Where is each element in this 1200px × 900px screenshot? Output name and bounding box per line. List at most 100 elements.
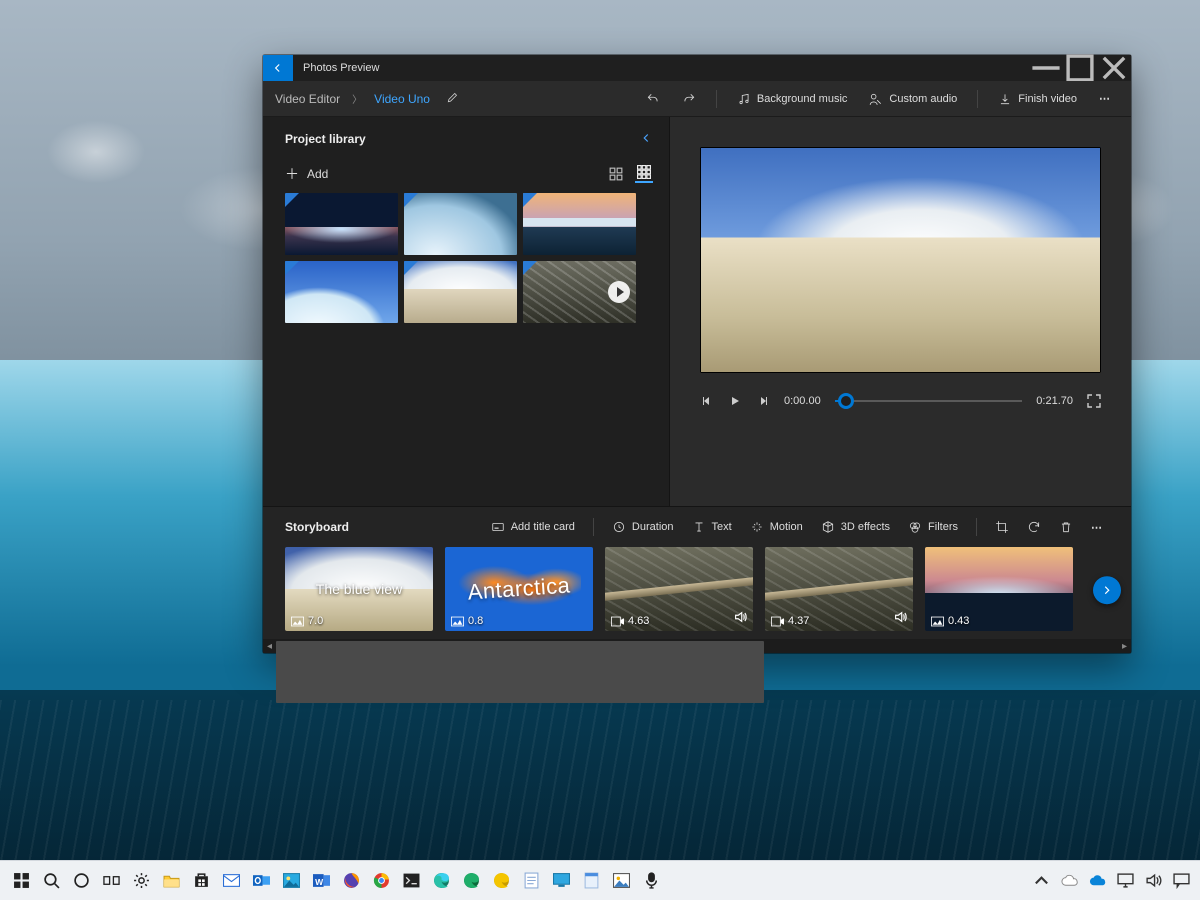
crop-button[interactable] <box>989 516 1015 538</box>
photos-window: Photos Preview Video Editor 〉 Video Uno … <box>263 55 1131 653</box>
back-button[interactable] <box>263 55 293 81</box>
edge-dev-icon[interactable] <box>457 867 485 895</box>
library-item[interactable] <box>523 193 636 255</box>
tray-overflow-button[interactable] <box>1029 867 1053 895</box>
grid-large-button[interactable] <box>607 165 625 183</box>
custom-audio-label: Custom audio <box>889 93 957 105</box>
library-item[interactable] <box>404 193 517 255</box>
card-duration: 4.37 <box>788 615 809 627</box>
finish-video-button[interactable]: Finish video <box>990 88 1085 110</box>
search-button[interactable] <box>37 867 65 895</box>
network-icon[interactable] <box>1113 867 1137 895</box>
add-title-card-button[interactable]: Add title card <box>485 516 581 538</box>
titlebar: Photos Preview <box>263 55 1131 81</box>
settings-icon[interactable] <box>127 867 155 895</box>
library-item[interactable] <box>404 261 517 323</box>
app-toolbar: Video Editor 〉 Video Uno Background musi… <box>263 81 1131 117</box>
file-explorer-icon[interactable] <box>157 867 185 895</box>
3d-effects-button[interactable]: 3D effects <box>815 516 896 538</box>
custom-audio-button[interactable]: Custom audio <box>861 88 965 110</box>
seek-bar[interactable] <box>835 393 1023 409</box>
sound-icon <box>733 610 747 627</box>
edge-canary-icon[interactable] <box>487 867 515 895</box>
library-item[interactable] <box>285 261 398 323</box>
minimize-button[interactable] <box>1029 55 1063 81</box>
storyboard-card[interactable]: 0.43 <box>925 547 1073 631</box>
photos-icon[interactable] <box>277 867 305 895</box>
add-media-button[interactable]: ＋ Add <box>285 167 328 181</box>
redo-button[interactable] <box>674 88 704 110</box>
grid-small-button[interactable] <box>635 165 653 183</box>
scroll-right-arrow-icon[interactable]: ▸ <box>1122 641 1127 652</box>
mail-icon[interactable] <box>217 867 245 895</box>
used-badge-icon <box>404 261 418 275</box>
storyboard-card[interactable]: Antarctica 0.8 <box>445 547 593 631</box>
scroll-left-arrow-icon[interactable]: ◂ <box>267 641 272 652</box>
onedrive-icon[interactable] <box>1057 867 1081 895</box>
used-badge-icon <box>404 193 418 207</box>
delete-button[interactable] <box>1053 516 1079 538</box>
taskbar: W <box>0 860 1200 900</box>
next-frame-button[interactable] <box>756 394 770 408</box>
used-badge-icon <box>523 261 537 275</box>
sound-icon <box>893 610 907 627</box>
card-duration: 4.63 <box>628 615 649 627</box>
virtual-machine-icon[interactable] <box>547 867 575 895</box>
action-center-button[interactable] <box>1169 867 1193 895</box>
text-button[interactable]: Text <box>686 516 738 538</box>
storyboard-more-button[interactable]: ⋯ <box>1085 517 1109 538</box>
rename-icon[interactable] <box>446 90 460 107</box>
storyboard-card[interactable]: The blue view 7.0 <box>285 547 433 631</box>
rotate-button[interactable] <box>1021 516 1047 538</box>
library-item[interactable] <box>285 193 398 255</box>
prev-frame-button[interactable] <box>700 394 714 408</box>
more-button[interactable]: ⋯ <box>1091 88 1119 109</box>
motion-button[interactable]: Motion <box>744 516 809 538</box>
filters-button[interactable]: Filters <box>902 516 964 538</box>
background-music-button[interactable]: Background music <box>729 88 856 110</box>
storyboard-card[interactable]: 4.37 <box>765 547 913 631</box>
duration-button[interactable]: Duration <box>606 516 680 538</box>
onedrive-sync-icon[interactable] <box>1085 867 1109 895</box>
scroll-right-button[interactable] <box>1093 576 1121 604</box>
edge-icon[interactable] <box>427 867 455 895</box>
task-view-button[interactable] <box>97 867 125 895</box>
maximize-button[interactable] <box>1063 55 1097 81</box>
cortana-button[interactable] <box>67 867 95 895</box>
mic-icon[interactable] <box>637 867 665 895</box>
chrome-icon[interactable] <box>367 867 395 895</box>
start-button[interactable] <box>7 867 35 895</box>
firefox-icon[interactable] <box>337 867 365 895</box>
notes-icon[interactable] <box>577 867 605 895</box>
card-duration: 0.8 <box>468 615 483 627</box>
storyboard-panel: Storyboard Add title card Duration Text … <box>263 506 1131 653</box>
undo-button[interactable] <box>638 88 668 110</box>
card-duration: 7.0 <box>308 615 323 627</box>
breadcrumb-root[interactable]: Video Editor <box>275 92 340 106</box>
volume-icon[interactable] <box>1141 867 1165 895</box>
collapse-library-button[interactable] <box>639 131 653 148</box>
card-duration: 0.43 <box>948 615 969 627</box>
library-item[interactable] <box>523 261 636 323</box>
plus-icon: ＋ <box>285 167 299 181</box>
store-icon[interactable] <box>187 867 215 895</box>
time-total: 0:21.70 <box>1036 395 1073 407</box>
outlook-icon[interactable] <box>247 867 275 895</box>
finish-video-label: Finish video <box>1018 93 1077 105</box>
close-button[interactable] <box>1097 55 1131 81</box>
storyboard-scrollbar[interactable]: ◂ ▸ <box>263 639 1131 653</box>
play-button[interactable] <box>728 394 742 408</box>
video-icon <box>771 616 784 627</box>
fullscreen-button[interactable] <box>1087 394 1101 408</box>
storyboard-card[interactable]: 4.63 <box>605 547 753 631</box>
breadcrumb-current[interactable]: Video Uno <box>374 92 430 106</box>
used-badge-icon <box>523 193 537 207</box>
notepad-icon[interactable] <box>517 867 545 895</box>
video-preview[interactable] <box>700 147 1101 373</box>
word-icon[interactable]: W <box>307 867 335 895</box>
image-icon <box>931 616 944 627</box>
gallery-icon[interactable] <box>607 867 635 895</box>
svg-text:W: W <box>315 877 324 887</box>
terminal-icon[interactable] <box>397 867 425 895</box>
used-badge-icon <box>285 193 299 207</box>
